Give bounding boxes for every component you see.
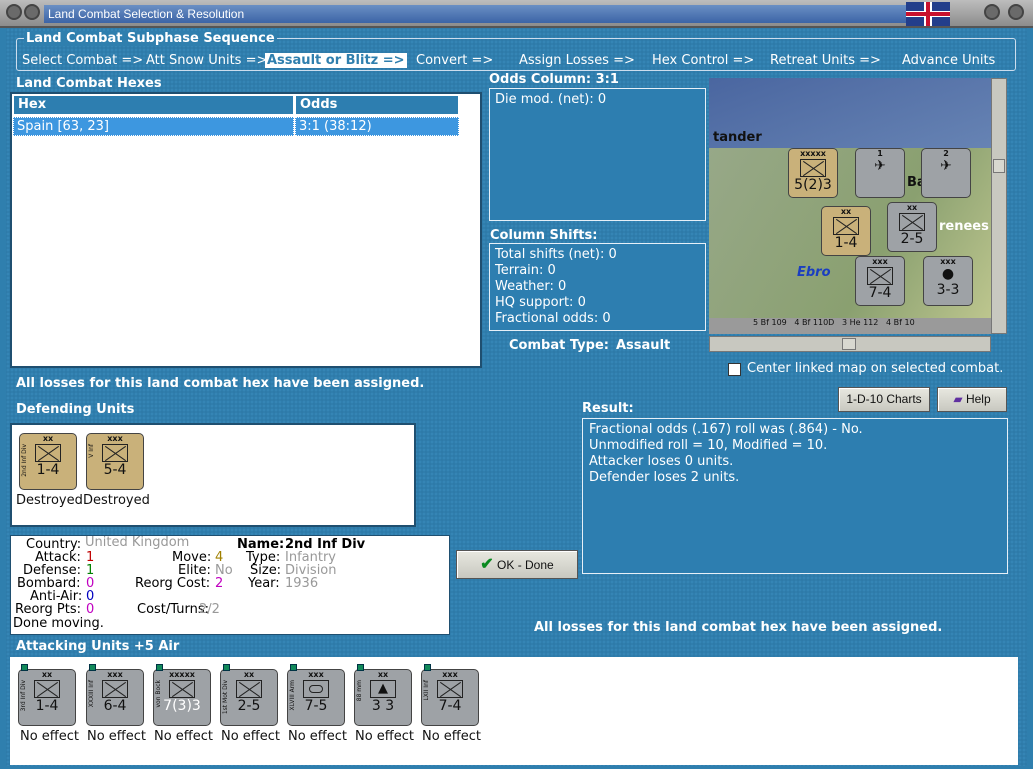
map-vertical-scrollbar[interactable] (991, 78, 1007, 334)
result-line-4: Defender loses 2 units. (589, 470, 740, 485)
linked-map[interactable]: tander Ebro renees Ba xxxxx 5(2)3 1 ✈ 2 ✈ x… (709, 78, 991, 334)
result-line-1: Fractional odds (.167) roll was (.864) -… (589, 422, 863, 437)
info-year: 1936 (285, 576, 319, 591)
attacking-title: Attacking Units +5 Air (16, 639, 180, 654)
hex-row-odds[interactable]: 3:1 (38:12) (295, 117, 459, 136)
hex-column-header[interactable]: Hex (13, 95, 294, 115)
seq-retreat: Retreat Units => (770, 53, 881, 68)
combat-type-value: Assault (616, 338, 671, 353)
atk-unit-2-status: No effect (87, 729, 147, 744)
seq-assign-losses: Assign Losses => (519, 53, 635, 68)
map-horizontal-scrollbar[interactable] (709, 336, 991, 352)
seq-att-snow: Att Snow Units => (146, 53, 268, 68)
map-counter-inf[interactable]: xxx 7-4 (855, 256, 905, 306)
map-label-ebro: Ebro (797, 265, 831, 280)
window-title: Land Combat Selection & Resolution (44, 5, 914, 23)
info-year-label: Year: (248, 576, 280, 591)
def-unit-2[interactable]: xxx V Inf 5-4 (86, 433, 144, 490)
map-counter-mtn[interactable]: xxx ● 3-3 (923, 256, 973, 306)
atk-unit-7-status: No effect (422, 729, 482, 744)
shift-hq: HQ support: 0 (495, 295, 586, 310)
result-line-3: Attacker loses 0 units. (589, 454, 734, 469)
odds-box: Die mod. (net): 0 (489, 88, 706, 221)
rivet-icon (6, 4, 22, 20)
shift-total: Total shifts (net): 0 (495, 247, 617, 262)
map-vscroll-thumb[interactable] (993, 159, 1005, 173)
seq-hex-control: Hex Control => (652, 53, 755, 68)
def-unit-1-status: Destroyed (16, 493, 83, 508)
result-title: Result: (582, 401, 634, 416)
shift-terrain: Terrain: 0 (495, 263, 556, 278)
losses-message-bottom: All losses for this land combat hex have… (534, 620, 943, 635)
atk-unit-3[interactable]: xxxxx von Bock 7(3)3 (153, 664, 211, 726)
result-box: Fractional odds (.167) roll was (.864) -… (582, 418, 1008, 574)
atk-unit-4-status: No effect (221, 729, 281, 744)
info-status: Done moving. (13, 616, 104, 631)
atk-unit-5[interactable]: xxx XLVIII Arm 7-5 (287, 664, 345, 726)
rivet-icon (984, 4, 1000, 20)
map-hscroll-thumb[interactable] (842, 338, 856, 350)
uk-flag-icon (906, 2, 950, 26)
armor-symbol-icon (303, 680, 329, 698)
map-label-pyrenees: renees (939, 219, 989, 234)
help-label: Help (965, 392, 991, 406)
odds-column-header[interactable]: Odds (295, 95, 459, 115)
map-label-santander: tander (713, 130, 762, 145)
checkmark-icon: ✔ (480, 556, 494, 573)
ok-done-label: OK - Done (497, 558, 554, 572)
map-air-strip: 5 Bf 109 4 Bf 110D 3 He 112 4 Bf 10 (709, 318, 991, 334)
rivet-icon (1008, 4, 1024, 20)
info-reorgcost-label: Reorg Cost: (135, 576, 211, 591)
die-mod: Die mod. (net): 0 (495, 92, 607, 107)
atk-unit-3-status: No effect (154, 729, 214, 744)
atk-unit-7[interactable]: xxx LXII Inf 7-4 (421, 664, 479, 726)
atk-unit-1[interactable]: xx 3rd Inf Div 1-4 (18, 664, 76, 726)
info-reorgpts-label: Reorg Pts: (15, 602, 81, 617)
def-unit-1[interactable]: xx 2nd Inf Div 1-4 (19, 433, 77, 490)
hexes-title: Land Combat Hexes (16, 76, 162, 91)
hex-row-hex[interactable]: Spain [63, 23] (13, 117, 294, 136)
title-bar: Land Combat Selection & Resolution (0, 0, 1033, 28)
seq-assault-blitz: Assault or Blitz => (265, 53, 407, 68)
odds-title: Odds Column: 3:1 (489, 72, 619, 87)
info-reorgpts: 0 (86, 602, 95, 617)
map-counter-air-2[interactable]: 2 ✈ (921, 148, 971, 198)
shifts-title: Column Shifts: (490, 228, 598, 243)
sequence-title: Land Combat Subphase Sequence (24, 31, 277, 46)
defending-title: Defending Units (16, 402, 135, 417)
atk-unit-2[interactable]: xxx XXXIII Inf 6-4 (86, 664, 144, 726)
charts-button[interactable]: 1-D-10 Charts (838, 387, 930, 412)
result-line-2: Unmodified roll = 10, Modified = 10. (589, 438, 828, 453)
def-unit-2-status: Destroyed (83, 493, 150, 508)
help-button[interactable]: ▰ Help (937, 387, 1007, 412)
map-counter-hq[interactable]: xxxxx 5(2)3 (788, 148, 838, 198)
atk-unit-6[interactable]: xx 88 mm ▲ 3 3 (354, 664, 412, 726)
map-counter-mot[interactable]: xx 2-5 (887, 202, 937, 252)
shifts-box: Total shifts (net): 0 Terrain: 0 Weather… (489, 243, 706, 331)
atk-unit-1-status: No effect (20, 729, 80, 744)
info-reorgcost: 2 (215, 576, 224, 591)
rivet-icon (24, 4, 40, 20)
atk-unit-6-status: No effect (355, 729, 415, 744)
info-country: United Kingdom (85, 535, 190, 550)
artillery-symbol-icon: ▲ (370, 680, 396, 698)
seq-select-combat: Select Combat => (22, 53, 144, 68)
help-book-icon: ▰ (953, 392, 963, 406)
combat-type-label: Combat Type: (509, 338, 609, 353)
info-costturns: 2/2 (199, 602, 220, 617)
atk-unit-4[interactable]: xx 1st Mot Div 2-5 (220, 664, 278, 726)
seq-advance: Advance Units (902, 53, 996, 68)
ok-done-button[interactable]: ✔ OK - Done (456, 550, 578, 579)
center-map-checkbox[interactable] (728, 363, 741, 376)
atk-unit-5-status: No effect (288, 729, 348, 744)
shift-weather: Weather: 0 (495, 279, 567, 294)
seq-convert: Convert => (416, 53, 494, 68)
shift-fractional: Fractional odds: 0 (495, 311, 611, 326)
losses-message-top: All losses for this land combat hex have… (16, 376, 425, 391)
map-counter-air-1[interactable]: 1 ✈ (855, 148, 905, 198)
map-counter-combat[interactable]: xx 1-4 (821, 206, 871, 256)
center-map-label[interactable]: Center linked map on selected combat. (747, 361, 1003, 376)
